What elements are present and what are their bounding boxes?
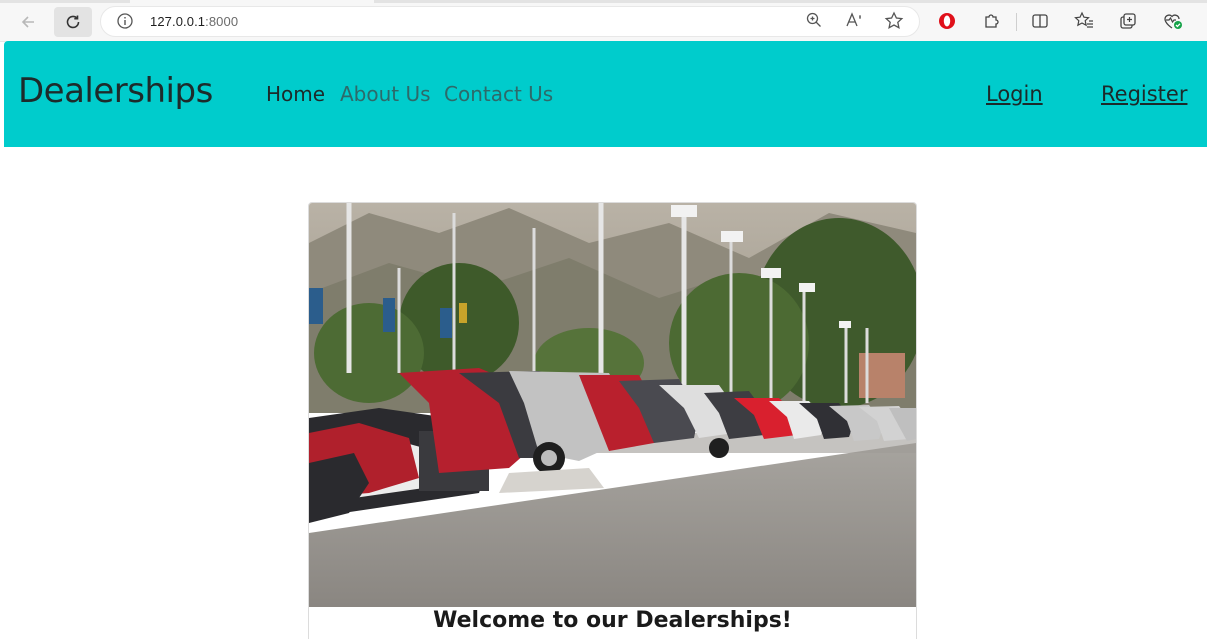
- back-button[interactable]: [12, 7, 44, 37]
- login-link[interactable]: Login: [986, 82, 1043, 106]
- url-text[interactable]: 127.0.0.1:8000: [150, 14, 238, 29]
- collections-icon[interactable]: [1118, 11, 1138, 31]
- parking-lot-photo: [309, 203, 916, 607]
- register-link[interactable]: Register: [1101, 82, 1187, 106]
- nav-link-contact-us[interactable]: Contact Us: [444, 82, 553, 106]
- browser-toolbar: 127.0.0.1:8000: [0, 0, 1207, 42]
- extensions-icon[interactable]: [982, 11, 1002, 31]
- welcome-card: Welcome to our Dealerships!: [308, 202, 917, 639]
- browser-essentials-icon[interactable]: [1162, 11, 1184, 31]
- nav-link-home[interactable]: Home: [266, 82, 325, 106]
- toolbar-divider: [1016, 13, 1017, 31]
- opera-icon[interactable]: [937, 11, 957, 31]
- reload-icon: [66, 15, 80, 29]
- reload-button[interactable]: [54, 7, 92, 37]
- back-arrow-icon: [21, 16, 34, 28]
- split-screen-icon[interactable]: [1030, 11, 1050, 31]
- welcome-title: Welcome to our Dealerships!: [433, 608, 792, 633]
- active-tab[interactable]: [130, 0, 374, 3]
- url-host: 127.0.0.1: [150, 14, 206, 29]
- zoom-icon[interactable]: [805, 11, 823, 29]
- nav-link-about-us[interactable]: About Us: [340, 82, 431, 106]
- site-navbar: Dealerships Home About Us Contact Us Log…: [4, 41, 1207, 147]
- tab-strip: [0, 0, 1207, 3]
- favorites-list-icon[interactable]: [1074, 11, 1094, 31]
- site-info-icon[interactable]: [116, 12, 134, 30]
- brand-title[interactable]: Dealerships: [18, 71, 213, 111]
- read-aloud-icon[interactable]: [845, 11, 865, 29]
- url-port: :8000: [205, 14, 239, 29]
- favorite-star-icon[interactable]: [884, 11, 904, 31]
